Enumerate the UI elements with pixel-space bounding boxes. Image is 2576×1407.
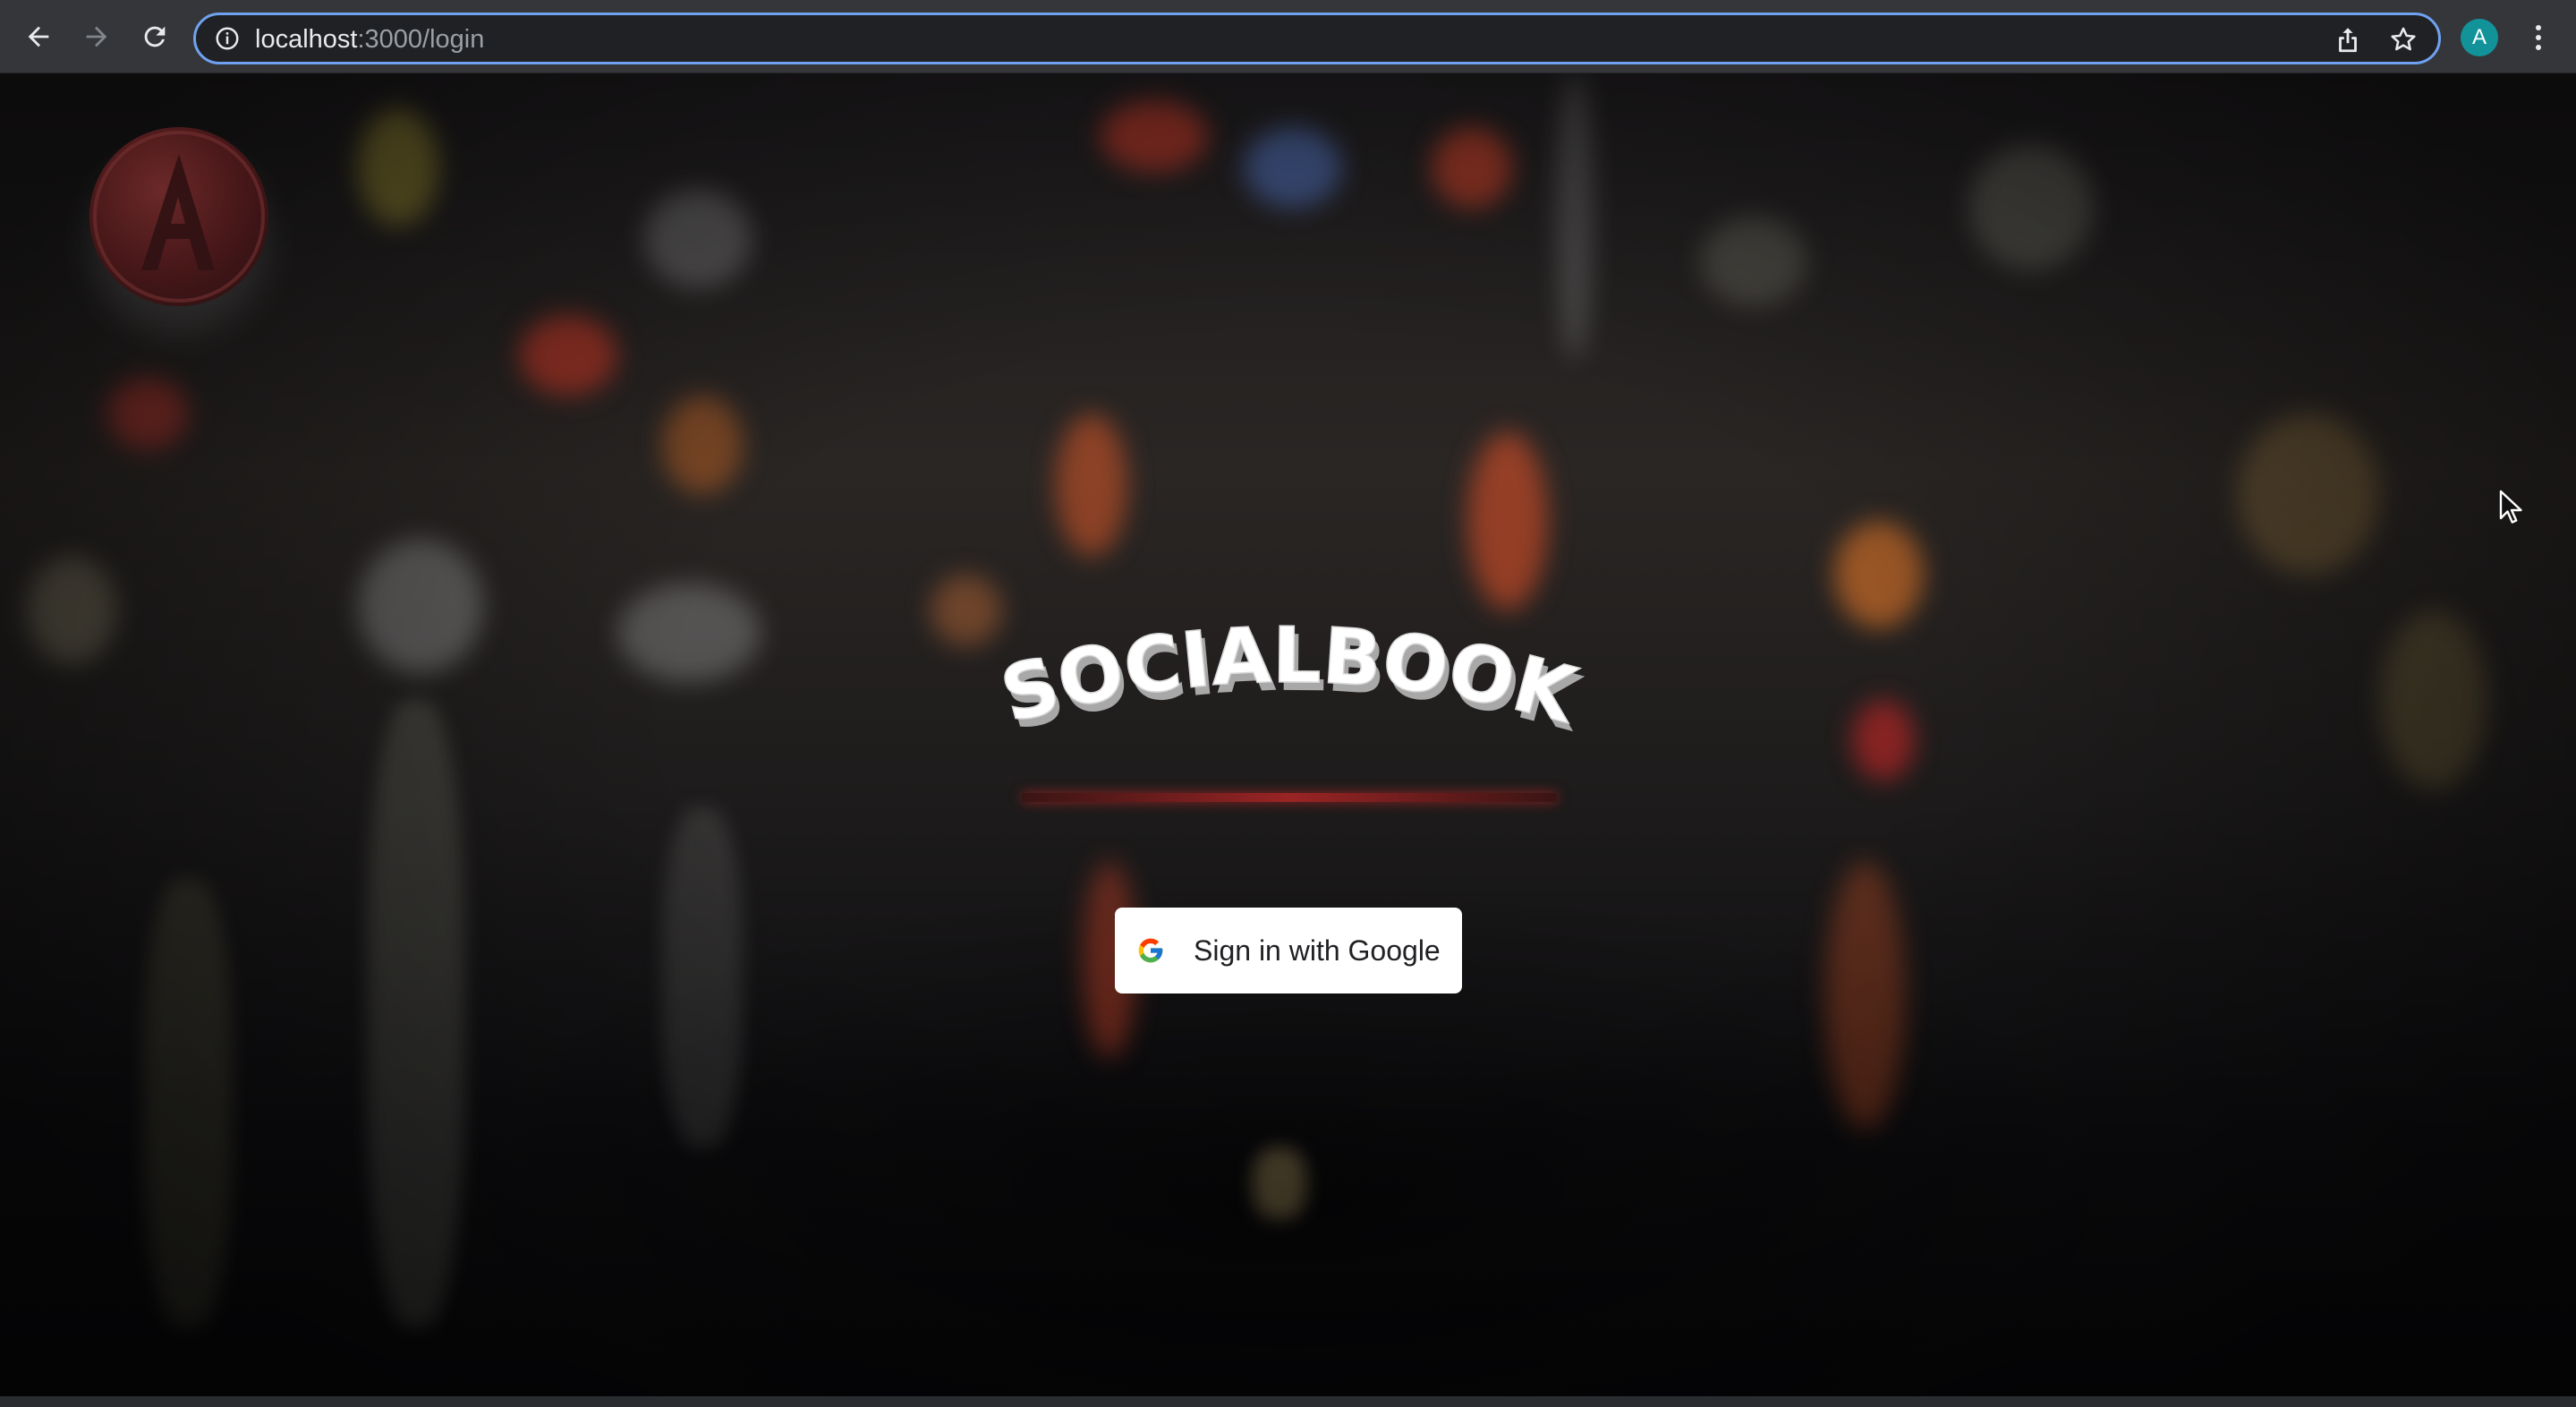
- brand-underline: [1022, 793, 1557, 802]
- forward-button[interactable]: [78, 18, 115, 55]
- browser-toolbar: localhost:3000/login A: [0, 0, 2576, 73]
- arrow-left-icon: [28, 26, 49, 47]
- address-bar[interactable]: localhost:3000/login: [193, 13, 2441, 64]
- star-icon[interactable]: [2388, 24, 2419, 55]
- back-button[interactable]: [20, 18, 57, 55]
- sign-in-button-label: Sign in with Google: [1194, 934, 1441, 967]
- info-icon[interactable]: [214, 25, 241, 52]
- share-icon[interactable]: [2333, 24, 2363, 55]
- brand-logo-title: SOCIALBOOK SOCIALBOOK: [991, 610, 1592, 750]
- reload-button[interactable]: [136, 18, 174, 55]
- google-logo-icon: [1138, 938, 1163, 963]
- reload-icon: [144, 26, 166, 47]
- url-text[interactable]: localhost:3000/login: [255, 24, 484, 55]
- mouse-cursor-icon: [2499, 490, 2522, 524]
- profile-avatar[interactable]: A: [2461, 19, 2498, 56]
- sign-in-with-google-button[interactable]: Sign in with Google: [1115, 908, 1462, 993]
- kebab-menu-icon[interactable]: [2521, 20, 2555, 55]
- corner-logo-image: [89, 127, 268, 306]
- window-bottom-edge: [0, 1396, 2576, 1407]
- login-page: SOCIALBOOK SOCIALBOOK Sign in with Googl…: [0, 73, 2576, 1396]
- url-host: localhost: [255, 25, 358, 54]
- brand-wordmark: SOCIALBOOK SOCIALBOOK: [991, 610, 1592, 750]
- url-path: :3000/login: [357, 25, 485, 54]
- svg-text:SOCIALBOOK: SOCIALBOOK: [992, 611, 1587, 742]
- arrow-right-icon: [86, 26, 107, 47]
